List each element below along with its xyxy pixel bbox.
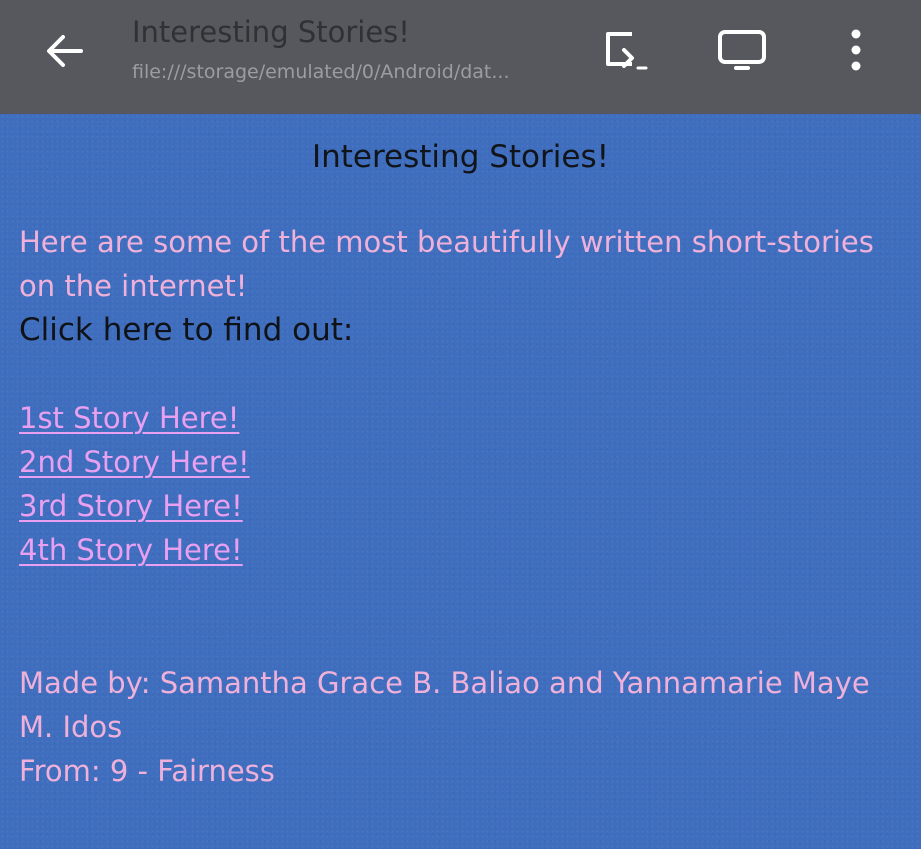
more-vert-icon: [851, 29, 861, 71]
story-link-1[interactable]: 1st Story Here!: [19, 396, 250, 440]
back-arrow-icon: [47, 35, 83, 67]
click-prompt: Click here to find out:: [19, 312, 354, 348]
cast-icon: [606, 32, 648, 70]
desktop-icon: [718, 30, 766, 70]
desktop-site-button[interactable]: [714, 22, 770, 78]
intro-text: Here are some of the most beautifully wr…: [19, 225, 874, 303]
title-block: Interesting Stories! file:///storage/emu…: [132, 12, 582, 86]
story-links: 1st Story Here! 2nd Story Here! 3rd Stor…: [19, 396, 250, 572]
page-title: Interesting Stories!: [311, 139, 610, 175]
page-content: Interesting Stories! Here are some of th…: [0, 114, 921, 849]
more-options-button[interactable]: [828, 22, 884, 78]
browser-title: Interesting Stories!: [132, 15, 410, 49]
browser-toolbar: Interesting Stories! file:///storage/emu…: [0, 0, 921, 114]
credits: Made by: Samantha Grace B. Baliao and Ya…: [19, 661, 899, 793]
story-link-4[interactable]: 4th Story Here!: [19, 528, 250, 572]
story-link-2[interactable]: 2nd Story Here!: [19, 440, 250, 484]
from-text: From: 9 - Fairness: [19, 754, 275, 788]
cast-button[interactable]: [598, 22, 654, 78]
story-link-3[interactable]: 3rd Story Here!: [19, 484, 250, 528]
browser-url: file:///storage/emulated/0/Android/dat..…: [132, 61, 510, 83]
made-by-text: Made by: Samantha Grace B. Baliao and Ya…: [19, 666, 870, 744]
back-button[interactable]: [40, 26, 90, 76]
